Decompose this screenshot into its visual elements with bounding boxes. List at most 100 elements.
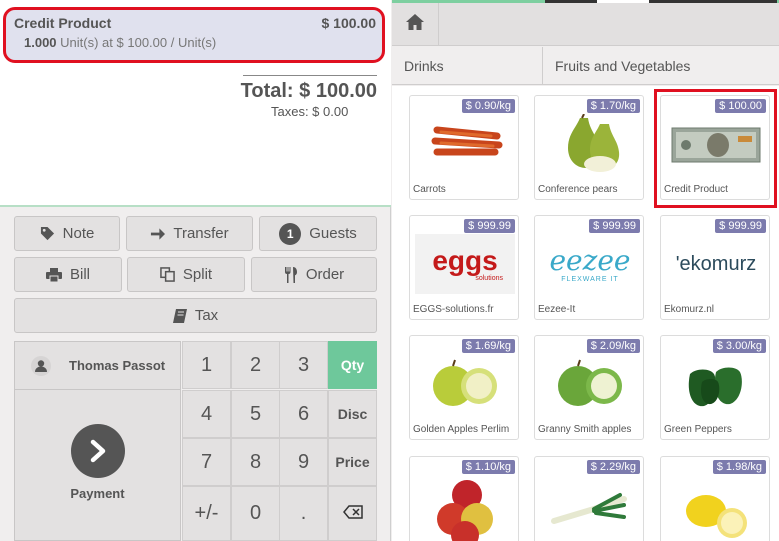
product-name: Green Peppers: [664, 424, 732, 435]
numpad-key-1[interactable]: 1: [182, 341, 231, 389]
highlight-frame: [654, 89, 777, 208]
order-total: Total: $ 100.00: [240, 80, 377, 102]
guests-label: Guests: [309, 225, 357, 242]
eggs-logo-subtext: solutions: [475, 274, 503, 282]
right-pane: Drinks Fruits and Vegetables $ 0.90/kg C…: [392, 0, 779, 541]
product-name: Golden Apples Perlim: [413, 424, 510, 435]
product-golden-apples[interactable]: $ 1.69/kg Golden Apples Perlim: [409, 335, 519, 440]
leeks-image: [540, 475, 640, 535]
tax-label: Tax: [194, 307, 219, 324]
cutlery-icon: [284, 266, 298, 283]
product-price-tag: $ 1.69/kg: [461, 339, 515, 353]
red-apples-image: [415, 475, 515, 541]
category-fruits-vegetables[interactable]: Fruits and Vegetables: [542, 47, 779, 85]
transfer-button[interactable]: Transfer: [126, 216, 253, 251]
product-price-tag: $ 999.99: [589, 219, 640, 233]
guests-button[interactable]: 1 Guests: [259, 216, 377, 251]
guests-count: 1: [279, 222, 302, 245]
numpad-key-8[interactable]: 8: [231, 438, 280, 486]
note-label: Note: [62, 225, 95, 242]
product-price-tag: $ 1.10/kg: [461, 460, 515, 474]
product-price-tag: $ 3.00/kg: [712, 339, 766, 353]
order-container: Credit Product $ 100.00 1.000 Unit(s) at…: [0, 0, 391, 207]
numpad-key-2[interactable]: 2: [231, 341, 280, 389]
product-name: Eezee-It: [538, 304, 576, 315]
eezee-logo-subtext: FLEXWARE IT: [561, 275, 619, 283]
numpad-key-5[interactable]: 5: [231, 390, 280, 438]
green-peppers-image: [666, 354, 766, 414]
note-button[interactable]: Note: [14, 216, 120, 251]
product-green-peppers[interactable]: $ 3.00/kg Green Peppers: [660, 335, 770, 440]
product-price-tag: $ 2.29/kg: [586, 460, 640, 474]
print-icon: [45, 267, 62, 282]
home-icon: [405, 13, 425, 36]
product-name: Granny Smith apples: [538, 424, 632, 435]
user-icon: [31, 356, 51, 376]
numpad-key-7[interactable]: 7: [182, 438, 231, 486]
eggs-logo-text: eggs: [432, 244, 498, 276]
product-list: $ 0.90/kg Carrots $ 1.70/kg Conference p…: [392, 86, 779, 541]
order-line-price: $ 100.00: [321, 15, 377, 31]
customer-name: Thomas Passot: [69, 358, 166, 373]
product-price-tag: $ 2.09/kg: [586, 339, 640, 353]
category-drinks[interactable]: Drinks: [392, 47, 542, 85]
product-lemons[interactable]: $ 1.98/kg: [660, 456, 770, 541]
ekomurz-logo: 'ekomurz: [666, 234, 766, 294]
order-taxes: Taxes: $ 0.00: [271, 104, 349, 119]
granny-smith-image: [540, 354, 640, 414]
qty-mode-button[interactable]: Qty: [328, 341, 377, 389]
eezee-logo-text: eezee: [549, 243, 631, 277]
product-eggs-solutions[interactable]: eggs solutions $ 999.99 EGGS-solutions.f…: [409, 215, 519, 320]
carrots-image: [415, 114, 515, 174]
book-icon: [172, 308, 187, 323]
order-line-unit-info: Unit(s) at $ 100.00 / Unit(s): [60, 35, 217, 50]
transfer-label: Transfer: [173, 225, 229, 242]
product-leeks[interactable]: $ 2.29/kg: [534, 456, 644, 541]
product-red-apples[interactable]: $ 1.10/kg: [409, 456, 519, 541]
left-pane: Credit Product $ 100.00 1.000 Unit(s) at…: [0, 0, 391, 541]
product-price-tag: $ 999.99: [715, 219, 766, 233]
product-price-tag: $ 999.99: [464, 219, 515, 233]
product-price-tag: $ 1.98/kg: [712, 460, 766, 474]
numpad-key-6[interactable]: 6: [279, 390, 328, 438]
category-bar: Drinks Fruits and Vegetables: [392, 47, 779, 85]
product-eezee-it[interactable]: eezee FLEXWARE IT $ 999.99 Eezee-It: [534, 215, 644, 320]
product-ekomurz[interactable]: 'ekomurz $ 999.99 Ekomurz.nl: [660, 215, 770, 320]
split-label: Split: [182, 266, 213, 283]
payment-button[interactable]: Payment: [14, 389, 181, 541]
order-button[interactable]: Order: [251, 257, 377, 292]
bill-label: Bill: [69, 266, 90, 283]
order-label: Order: [305, 266, 345, 283]
tax-button[interactable]: Tax: [14, 298, 377, 333]
backspace-button[interactable]: [328, 486, 377, 541]
numpad-key-dot[interactable]: .: [279, 486, 328, 541]
customer-button[interactable]: Thomas Passot: [14, 341, 181, 389]
chevron-right-icon: [71, 424, 125, 478]
product-granny-smith[interactable]: $ 2.09/kg Granny Smith apples: [534, 335, 644, 440]
order-line-selected[interactable]: Credit Product $ 100.00 1.000 Unit(s) at…: [3, 7, 385, 63]
numpad-key-3[interactable]: 3: [279, 341, 328, 389]
product-conference-pears[interactable]: $ 1.70/kg Conference pears: [534, 95, 644, 200]
numpad-key-4[interactable]: 4: [182, 390, 231, 438]
order-line-product: Credit Product: [14, 15, 112, 31]
numpad-key-0[interactable]: 0: [231, 486, 280, 541]
split-button[interactable]: Split: [127, 257, 245, 292]
arrow-right-icon: [150, 227, 166, 241]
eggs-solutions-logo: eggs solutions: [415, 234, 515, 294]
order-line-qty: 1.000: [24, 35, 57, 50]
product-name: EGGS-solutions.fr: [413, 304, 494, 315]
pears-image: [540, 113, 640, 174]
product-carrots[interactable]: $ 0.90/kg Carrots: [409, 95, 519, 200]
product-name: Conference pears: [538, 184, 618, 195]
bill-button[interactable]: Bill: [14, 257, 122, 292]
eezee-logo: eezee FLEXWARE IT: [540, 234, 640, 294]
numpad-key-plus-minus[interactable]: +/-: [182, 486, 231, 541]
tag-icon: [40, 226, 55, 241]
price-mode-button[interactable]: Price: [328, 438, 377, 486]
home-button[interactable]: [392, 3, 439, 46]
product-price-tag: $ 1.70/kg: [586, 99, 640, 113]
backspace-icon: [342, 502, 363, 525]
numpad-key-9[interactable]: 9: [279, 438, 328, 486]
disc-mode-button[interactable]: Disc: [328, 390, 377, 438]
golden-apples-image: [415, 354, 515, 414]
